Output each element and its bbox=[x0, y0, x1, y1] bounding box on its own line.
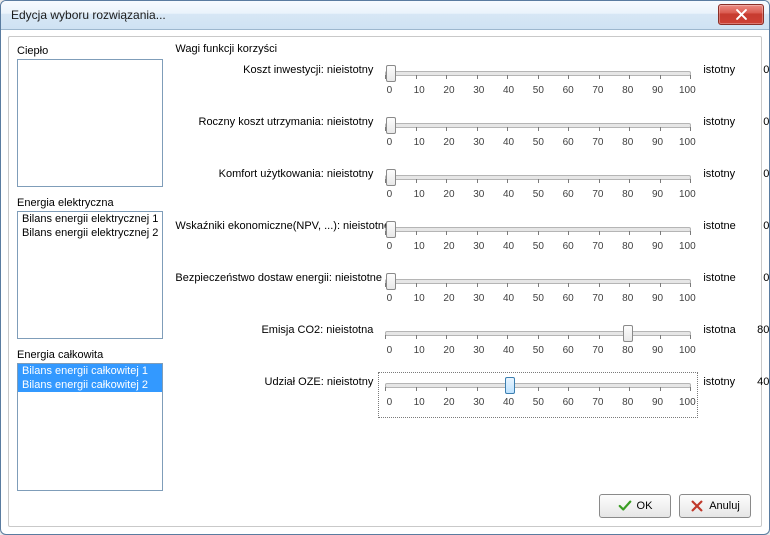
slider-row: Komfort użytkowania: nieistotny010203040… bbox=[175, 165, 769, 217]
check-icon bbox=[618, 499, 632, 513]
list-item[interactable]: Bilans energii całkowitej 2 bbox=[18, 378, 162, 392]
close-icon bbox=[736, 9, 747, 20]
dialog-buttons: OK Anuluj bbox=[599, 494, 751, 518]
cancel-label: Anuluj bbox=[709, 500, 740, 512]
slider-value: 0 bbox=[747, 165, 769, 180]
slider[interactable]: 0102030405060708090100 bbox=[379, 321, 697, 365]
list-item[interactable]: Bilans energii elektrycznej 1 bbox=[18, 212, 162, 226]
cancel-button[interactable]: Anuluj bbox=[679, 494, 751, 518]
ok-button[interactable]: OK bbox=[599, 494, 671, 518]
right-column: Wagi funkcji korzyści Koszt inwestycji: … bbox=[171, 37, 770, 486]
total-listbox[interactable]: Bilans energii całkowitej 1Bilans energi… bbox=[17, 363, 163, 491]
slider-right-word: istotny bbox=[697, 165, 747, 180]
slider-thumb[interactable] bbox=[386, 117, 396, 134]
window-title: Edycja wyboru rozwiązania... bbox=[11, 8, 166, 22]
slider-label: Roczny koszt utrzymania: nieistotny bbox=[175, 113, 379, 128]
heat-listbox[interactable] bbox=[17, 59, 163, 187]
slider-thumb[interactable] bbox=[386, 221, 396, 238]
slider-label: Udział OZE: nieistotny bbox=[175, 373, 379, 388]
slider[interactable]: 0102030405060708090100 bbox=[379, 61, 697, 105]
weights-group-title: Wagi funkcji korzyści bbox=[175, 43, 769, 55]
slider[interactable]: 0102030405060708090100 bbox=[379, 269, 697, 313]
slider-value: 0 bbox=[747, 217, 769, 232]
list-item[interactable]: Bilans energii elektrycznej 2 bbox=[18, 226, 162, 240]
cancel-icon bbox=[690, 499, 704, 513]
slider-thumb[interactable] bbox=[623, 325, 633, 342]
content: Ciepło Energia elektryczna Bilans energi… bbox=[9, 37, 761, 486]
total-label: Energia całkowita bbox=[17, 349, 163, 361]
slider-right-word: istotny bbox=[697, 373, 747, 388]
slider-label: Komfort użytkowania: nieistotny bbox=[175, 165, 379, 180]
slider-row: Emisja CO2: nieistotna010203040506070809… bbox=[175, 321, 769, 373]
elec-label: Energia elektryczna bbox=[17, 197, 163, 209]
slider-row: Wskaźniki ekonomiczne(NPV, ...): nieisto… bbox=[175, 217, 769, 269]
slider-row: Roczny koszt utrzymania: nieistotny01020… bbox=[175, 113, 769, 165]
slider-value: 0 bbox=[747, 269, 769, 284]
slider-label: Bezpieczeństwo dostaw energii: nieistotn… bbox=[175, 269, 379, 284]
left-column: Ciepło Energia elektryczna Bilans energi… bbox=[9, 37, 171, 486]
client-area: Ciepło Energia elektryczna Bilans energi… bbox=[8, 36, 762, 527]
slider-right-word: istotne bbox=[697, 217, 747, 232]
sliders-container: Koszt inwestycji: nieistotny010203040506… bbox=[175, 61, 769, 425]
slider[interactable]: 0102030405060708090100 bbox=[379, 113, 697, 157]
slider[interactable]: 0102030405060708090100 bbox=[379, 373, 697, 417]
ok-label: OK bbox=[637, 500, 653, 512]
slider-right-word: istotny bbox=[697, 61, 747, 76]
slider-thumb[interactable] bbox=[386, 169, 396, 186]
slider-right-word: istotne bbox=[697, 269, 747, 284]
slider-value: 0 bbox=[747, 61, 769, 76]
slider-row: Udział OZE: nieistotny010203040506070809… bbox=[175, 373, 769, 425]
slider-value: 80 bbox=[747, 321, 769, 336]
slider-label: Koszt inwestycji: nieistotny bbox=[175, 61, 379, 76]
elec-listbox[interactable]: Bilans energii elektrycznej 1Bilans ener… bbox=[17, 211, 163, 339]
slider-value: 40 bbox=[747, 373, 769, 388]
slider-right-word: istotna bbox=[697, 321, 747, 336]
window-close-button[interactable] bbox=[718, 4, 764, 25]
slider-row: Koszt inwestycji: nieistotny010203040506… bbox=[175, 61, 769, 113]
titlebar: Edycja wyboru rozwiązania... bbox=[1, 1, 769, 30]
heat-label: Ciepło bbox=[17, 45, 163, 57]
slider-row: Bezpieczeństwo dostaw energii: nieistotn… bbox=[175, 269, 769, 321]
slider-value: 0 bbox=[747, 113, 769, 128]
list-item[interactable]: Bilans energii całkowitej 1 bbox=[18, 364, 162, 378]
slider-label: Emisja CO2: nieistotna bbox=[175, 321, 379, 336]
slider[interactable]: 0102030405060708090100 bbox=[379, 217, 697, 261]
slider-label: Wskaźniki ekonomiczne(NPV, ...): nieisto… bbox=[175, 217, 379, 232]
slider-right-word: istotny bbox=[697, 113, 747, 128]
slider-thumb[interactable] bbox=[386, 273, 396, 290]
slider-thumb[interactable] bbox=[505, 377, 515, 394]
slider-thumb[interactable] bbox=[386, 65, 396, 82]
slider[interactable]: 0102030405060708090100 bbox=[379, 165, 697, 209]
dialog-window: Edycja wyboru rozwiązania... Ciepło Ener… bbox=[0, 0, 770, 535]
